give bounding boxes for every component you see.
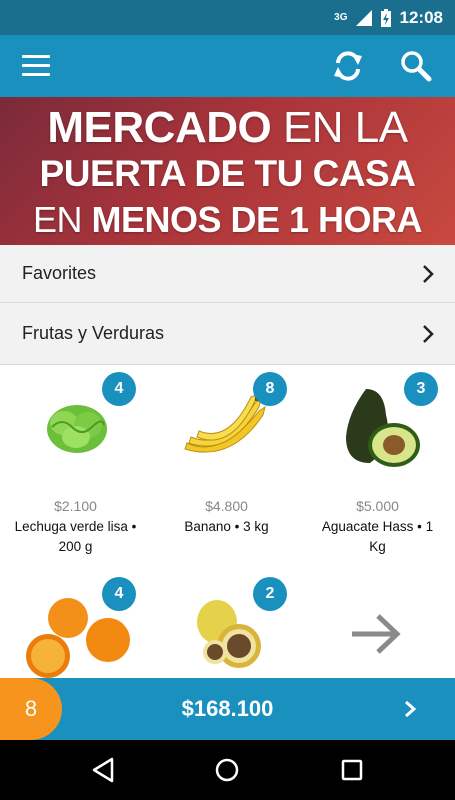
banner-line-2: PUERTA DE TU CASA: [39, 153, 416, 194]
chevron-right-icon: [423, 325, 434, 343]
cart-total: $168.100: [181, 696, 274, 721]
battery-icon: [380, 8, 391, 27]
product-name: Banano • 3 kg: [184, 519, 269, 534]
product-card[interactable]: 3 $5.000 Aguacate Hass • 1 Kg: [302, 365, 453, 565]
home-circle-icon[interactable]: [212, 755, 242, 785]
category-row-frutas-y-verduras[interactable]: Frutas y Verduras: [0, 303, 455, 365]
system-nav-bar: [0, 740, 455, 800]
passion-fruit-image: [197, 600, 261, 668]
category-label: Frutas y Verduras: [22, 323, 165, 343]
banner-line-1: MERCADO EN LA: [47, 103, 408, 152]
refresh-icon[interactable]: [330, 48, 366, 84]
search-icon[interactable]: [398, 48, 434, 84]
category-label: Favorites: [22, 263, 97, 283]
product-price: $5.000: [356, 498, 399, 514]
banner-line-3: EN MENOS DE 1 HORA: [32, 199, 423, 240]
product-grid: 4 $2.100 Lechuga verde lisa • 200 g 8 $4…: [0, 365, 455, 678]
back-triangle-icon[interactable]: [88, 755, 118, 785]
product-card[interactable]: 4: [0, 570, 151, 678]
quantity-badge: 4: [102, 372, 136, 406]
product-price: $2.100: [54, 498, 97, 514]
network-type: 3G: [334, 12, 348, 23]
hamburger-menu-icon[interactable]: [22, 55, 52, 77]
signal-icon: [355, 9, 372, 26]
product-card[interactable]: 2: [151, 570, 302, 678]
quantity-badge: 3: [404, 372, 438, 406]
product-card[interactable]: 4 $2.100 Lechuga verde lisa • 200 g: [0, 365, 151, 565]
product-price: $4.800: [205, 498, 248, 514]
chevron-right-icon: [405, 700, 417, 718]
clock: 12:08: [399, 7, 443, 27]
app-bar: [0, 35, 455, 97]
quantity-badge: 4: [102, 577, 136, 611]
see-more-button[interactable]: [302, 570, 453, 678]
banana-image: [184, 394, 266, 453]
product-card[interactable]: 8 $4.800 Banano • 3 kg: [151, 365, 302, 565]
chevron-right-icon: [423, 265, 434, 283]
promo-banner[interactable]: MERCADO EN LA PUERTA DE TU CASA EN MENOS…: [0, 97, 455, 245]
category-row-favorites[interactable]: Favorites: [0, 245, 455, 303]
cart-bar[interactable]: 8 $168.100: [0, 678, 455, 740]
product-name: Lechuga verde lisa • 200 g: [14, 519, 137, 554]
arrow-right-icon: [352, 614, 401, 654]
product-name: Aguacate Hass • 1 Kg: [321, 519, 434, 554]
status-bar: 3G 12:08: [0, 0, 455, 35]
lettuce-image: [47, 405, 107, 453]
quantity-badge: 2: [253, 577, 287, 611]
recents-square-icon[interactable]: [337, 755, 367, 785]
quantity-badge: 8: [253, 372, 287, 406]
